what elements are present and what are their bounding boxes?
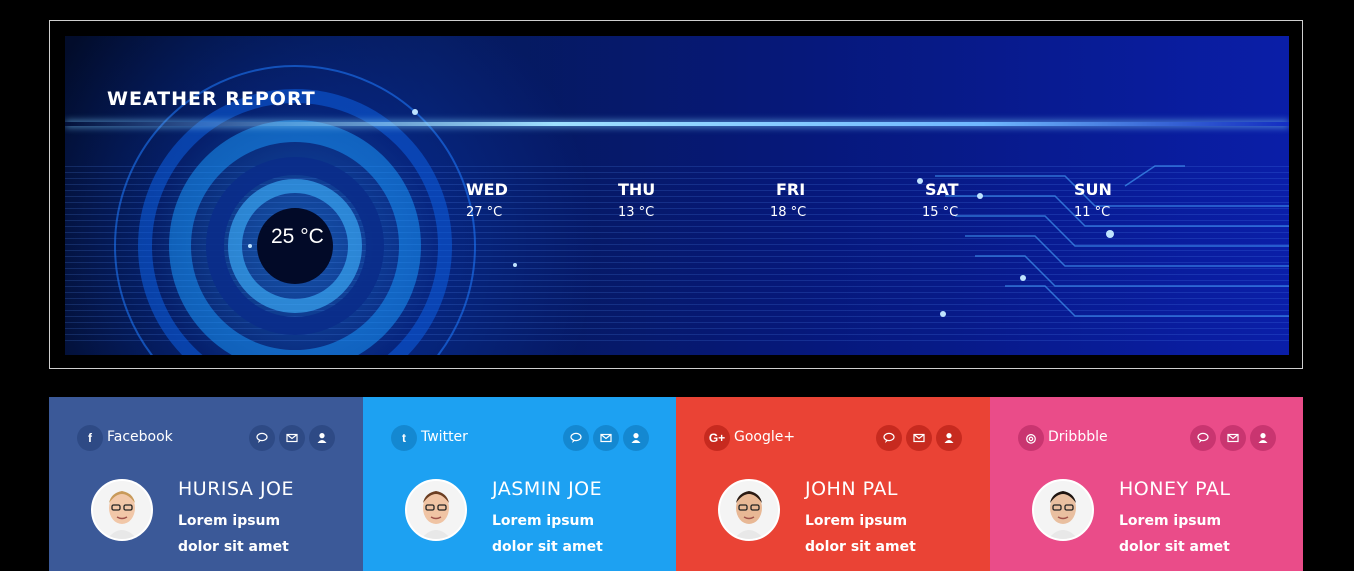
person-description-line1: Lorem ipsum (492, 513, 595, 529)
day-temperature: 27 °C (466, 205, 503, 220)
day-name: SAT (925, 180, 959, 199)
day-name: SUN (1074, 180, 1112, 199)
mail-icon[interactable] (906, 425, 932, 451)
forecast-day-sun: SUN 11 °C (1074, 180, 1164, 220)
card-header: ◎ Dribbble (1018, 425, 1276, 451)
forecast-day-wed: WED 27 °C (466, 180, 556, 220)
dribbble-icon[interactable]: ◎ (1018, 425, 1044, 451)
avatar (91, 479, 153, 541)
person-description-line2: dolor sit amet (492, 539, 603, 555)
day-temperature: 15 °C (922, 205, 959, 220)
day-name: WED (466, 180, 508, 199)
mail-icon[interactable] (279, 425, 305, 451)
person-description-line1: Lorem ipsum (1119, 513, 1222, 529)
network-label[interactable]: Google+ (734, 429, 795, 445)
card-actions (876, 425, 962, 451)
day-temperature: 18 °C (770, 205, 807, 220)
facebook-icon[interactable]: f (77, 425, 103, 451)
avatar (1032, 479, 1094, 541)
card-header: t Twitter (391, 425, 649, 451)
social-card-google: G+ Google+ JOHN PAL Lorem ipsum dolor si… (676, 397, 990, 571)
day-name: FRI (776, 180, 806, 199)
person-name: HURISA JOE (178, 478, 295, 500)
user-icon[interactable] (309, 425, 335, 451)
day-name: THU (618, 180, 656, 199)
avatar (405, 479, 467, 541)
network-label[interactable]: Dribbble (1048, 429, 1108, 445)
network-label[interactable]: Facebook (107, 429, 173, 445)
card-actions (1190, 425, 1276, 451)
weather-title: WEATHER REPORT (107, 88, 316, 110)
comment-icon[interactable] (876, 425, 902, 451)
social-card-facebook: f Facebook HURISA JOE Lorem ipsum dolor … (49, 397, 363, 571)
forecast-day-fri: FRI 18 °C (770, 180, 860, 220)
avatar (718, 479, 780, 541)
comment-icon[interactable] (1190, 425, 1216, 451)
person-name: HONEY PAL (1119, 478, 1231, 500)
forecast-day-thu: THU 13 °C (618, 180, 708, 220)
card-header: G+ Google+ (704, 425, 962, 451)
glow-divider (65, 122, 1289, 126)
day-temperature: 11 °C (1074, 205, 1111, 220)
person-name: JOHN PAL (805, 478, 898, 500)
weather-background: WEATHER REPORT 25 °C WED 27 °C THU 13 °C… (65, 36, 1289, 355)
current-temperature: 25 °C (271, 225, 324, 248)
person-description-line2: dolor sit amet (178, 539, 289, 555)
twitter-icon[interactable]: t (391, 425, 417, 451)
user-icon[interactable] (1250, 425, 1276, 451)
person-description-line2: dolor sit amet (1119, 539, 1230, 555)
mail-icon[interactable] (593, 425, 619, 451)
google-plus-icon[interactable]: G+ (704, 425, 730, 451)
social-card-dribbble: ◎ Dribbble HONEY PAL Lorem ipsum dolor s… (990, 397, 1303, 571)
person-description-line2: dolor sit amet (805, 539, 916, 555)
comment-icon[interactable] (249, 425, 275, 451)
card-header: f Facebook (77, 425, 335, 451)
person-description-line1: Lorem ipsum (805, 513, 908, 529)
mail-icon[interactable] (1220, 425, 1246, 451)
social-card-twitter: t Twitter JASMIN JOE Lorem ipsum dolor s… (363, 397, 676, 571)
card-actions (249, 425, 335, 451)
person-name: JASMIN JOE (492, 478, 603, 500)
comment-icon[interactable] (563, 425, 589, 451)
weather-widget: WEATHER REPORT 25 °C WED 27 °C THU 13 °C… (49, 20, 1303, 369)
network-label[interactable]: Twitter (421, 429, 468, 445)
card-actions (563, 425, 649, 451)
user-icon[interactable] (623, 425, 649, 451)
person-description-line1: Lorem ipsum (178, 513, 281, 529)
user-icon[interactable] (936, 425, 962, 451)
forecast-day-sat: SAT 15 °C (922, 180, 1012, 220)
day-temperature: 13 °C (618, 205, 655, 220)
